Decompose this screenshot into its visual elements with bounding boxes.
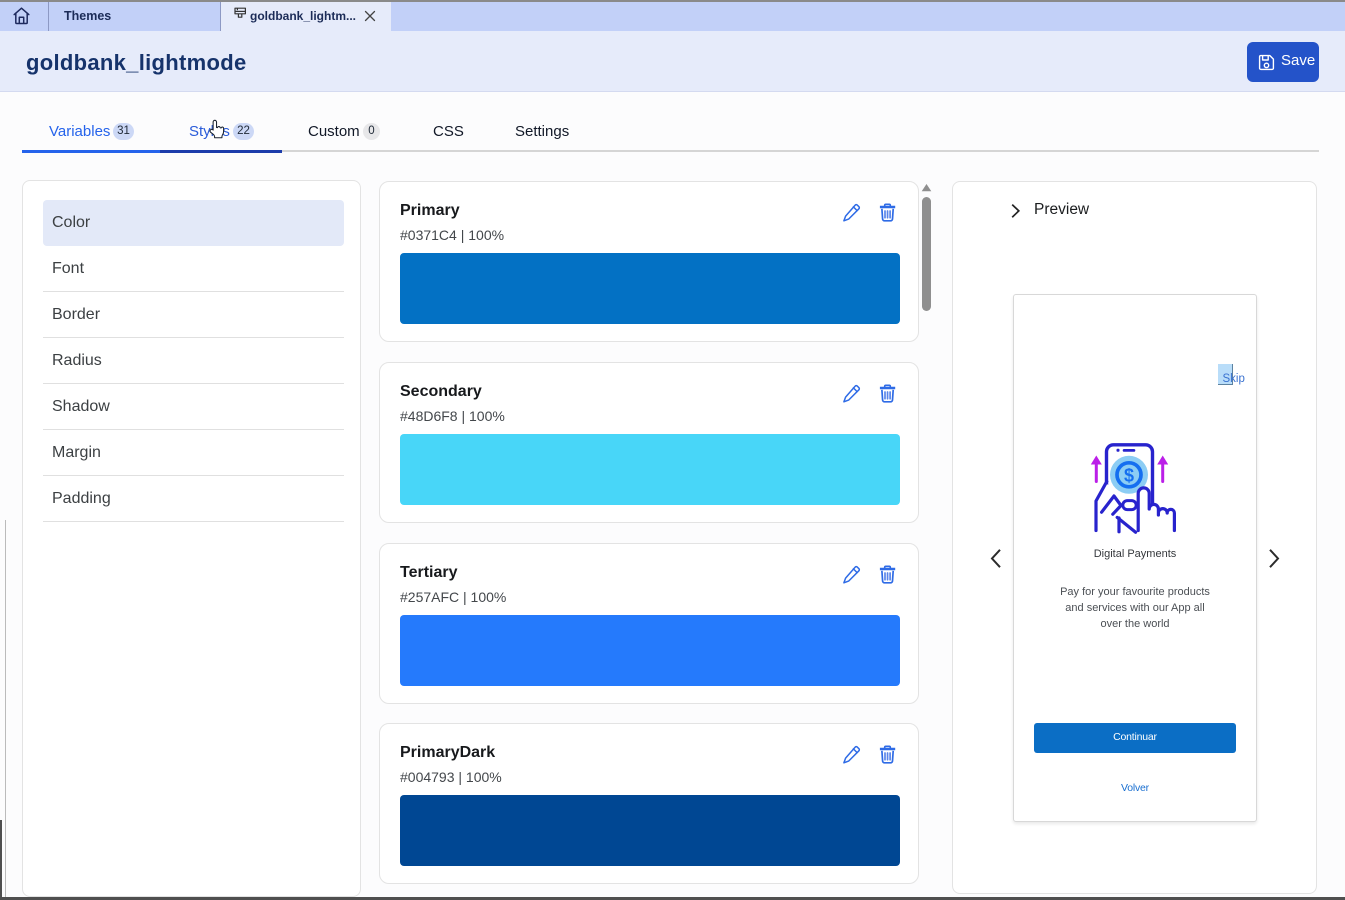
svg-text:$: $	[1124, 466, 1134, 486]
